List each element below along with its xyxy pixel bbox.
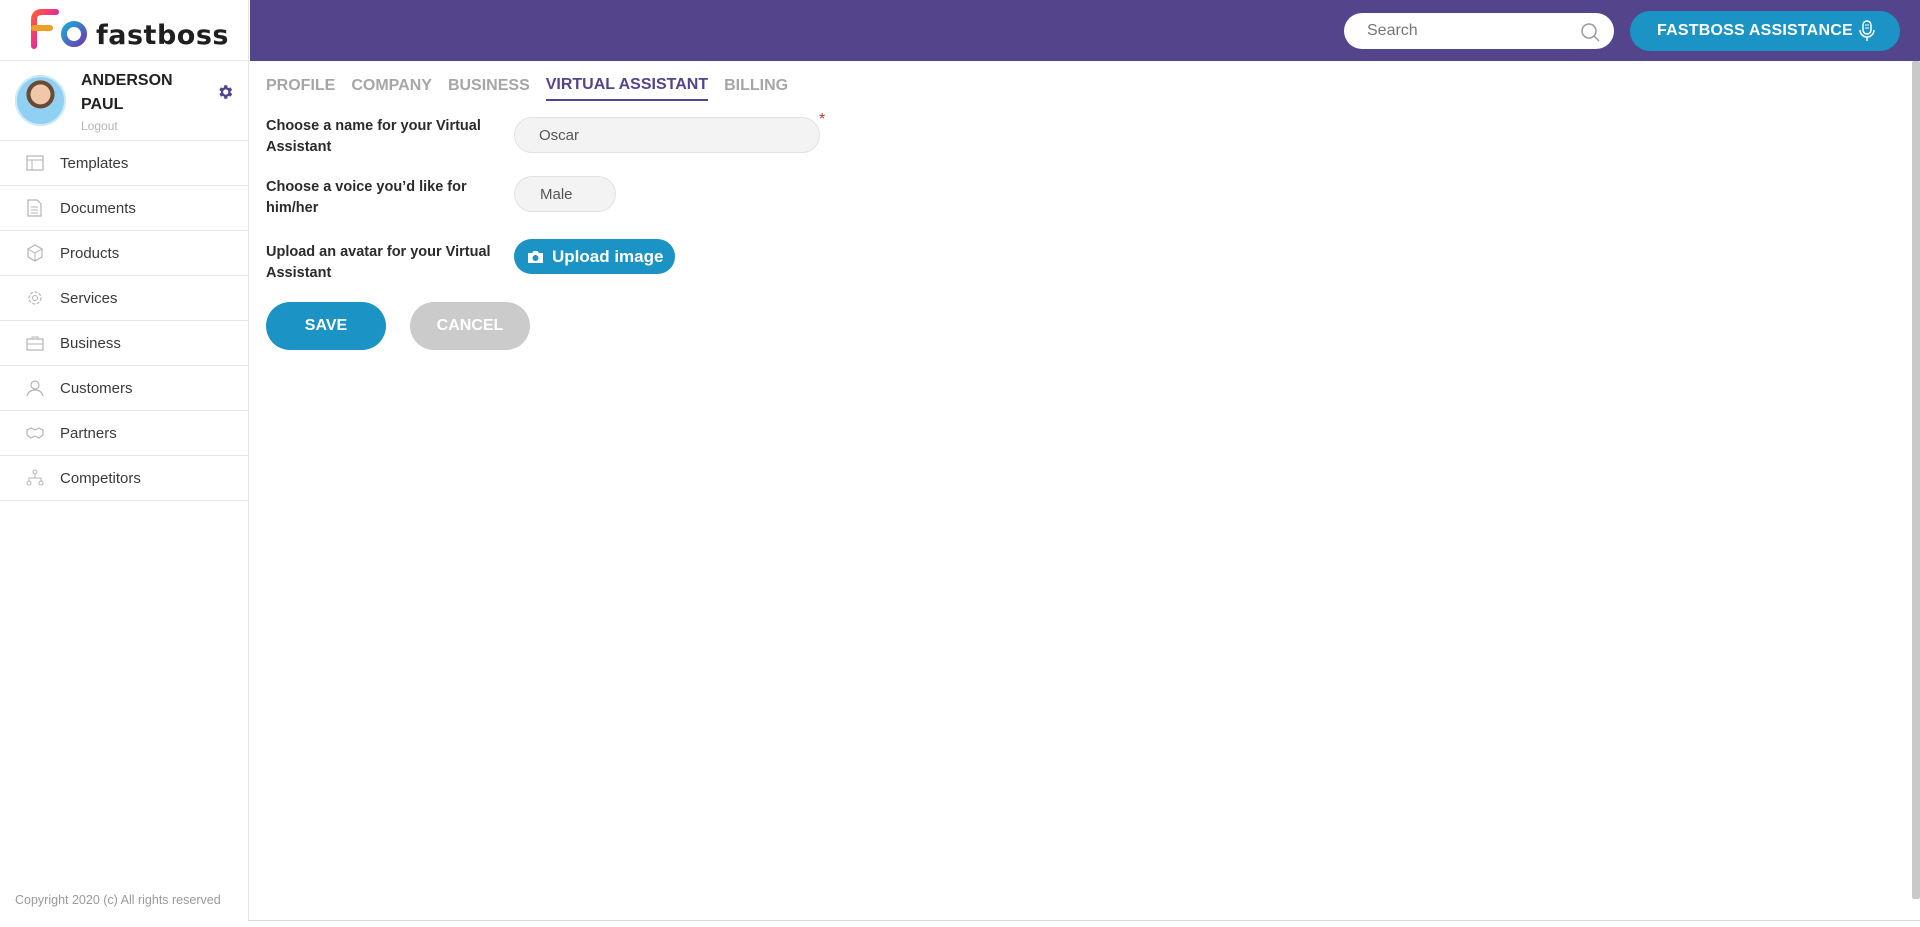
upload-image-button[interactable]: Upload image	[514, 239, 675, 274]
search-box[interactable]	[1344, 13, 1614, 49]
required-marker: *	[819, 111, 826, 128]
assistant-voice-row: Choose a voice you’d like for him/her Ma…	[266, 176, 1906, 219]
document-icon	[25, 199, 44, 218]
voice-select-value: Male	[540, 185, 573, 203]
sidebar: fastboss ANDERSON PAUL Logout Templates	[0, 0, 249, 921]
sidebar-item-business[interactable]: Business	[0, 321, 248, 366]
tab-profile[interactable]: PROFILE	[266, 77, 335, 100]
sidebar-item-label: Customers	[60, 379, 133, 397]
save-button[interactable]: SAVE	[266, 302, 386, 350]
sidebar-item-label: Services	[60, 289, 118, 307]
copyright-text: Copyright 2020 (c) All rights reserved	[15, 893, 221, 907]
user-name-last: PAUL	[81, 95, 124, 113]
voice-select[interactable]: Male	[514, 176, 616, 212]
sidebar-item-products[interactable]: Products	[0, 231, 248, 276]
sidebar-item-services[interactable]: Services	[0, 276, 248, 321]
tab-business[interactable]: BUSINESS	[448, 77, 530, 100]
sidebar-nav: Templates Documents Products Services Bu…	[0, 141, 248, 501]
logout-link[interactable]: Logout	[81, 119, 201, 133]
top-header: FASTBOSS ASSISTANCE	[250, 0, 1920, 61]
search-icon[interactable]	[1580, 22, 1600, 42]
sidebar-item-competitors[interactable]: Competitors	[0, 456, 248, 501]
assistant-name-input[interactable]	[514, 117, 820, 153]
sidebar-item-label: Products	[60, 244, 120, 262]
sidebar-item-label: Templates	[60, 154, 129, 172]
cancel-button[interactable]: CANCEL	[410, 302, 530, 350]
sidebar-item-label: Documents	[60, 199, 136, 217]
fastboss-assistance-button[interactable]: FASTBOSS ASSISTANCE	[1630, 11, 1900, 51]
search-input[interactable]	[1367, 22, 1567, 40]
box-icon	[25, 244, 44, 263]
assistance-button-label: FASTBOSS ASSISTANCE	[1657, 22, 1853, 39]
form-actions: SAVE CANCEL	[266, 302, 1906, 350]
microphone-icon	[1859, 20, 1875, 41]
user-profile: ANDERSON PAUL Logout	[0, 61, 248, 141]
avatar[interactable]	[15, 75, 66, 126]
settings-gear-icon[interactable]	[216, 83, 234, 101]
briefcase-icon	[25, 334, 44, 353]
sidebar-item-partners[interactable]: Partners	[0, 411, 248, 456]
user-info: ANDERSON PAUL Logout	[81, 69, 201, 133]
sidebar-item-label: Competitors	[60, 469, 141, 487]
tab-billing[interactable]: BILLING	[724, 77, 788, 100]
assistant-name-row: Choose a name for your Virtual Assistant…	[266, 111, 1906, 158]
assistant-avatar-row: Upload an avatar for your Virtual Assist…	[266, 239, 1906, 284]
assistant-name-label: Choose a name for your Virtual Assistant	[266, 118, 481, 155]
sidebar-item-label: Business	[60, 334, 121, 352]
handshake-icon	[25, 424, 44, 443]
assistant-avatar-label: Upload an avatar for your Virtual Assist…	[266, 244, 491, 281]
person-icon	[25, 379, 44, 398]
settings-tabs: PROFILE COMPANY BUSINESS VIRTUAL ASSISTA…	[266, 61, 1906, 107]
page-scrollbar[interactable]	[1912, 61, 1920, 899]
sidebar-item-documents[interactable]: Documents	[0, 186, 248, 231]
upload-image-label: Upload image	[552, 246, 664, 266]
org-chart-icon	[25, 469, 44, 488]
user-name-first: ANDERSON	[81, 71, 173, 89]
templates-icon	[25, 154, 44, 173]
sidebar-item-label: Partners	[60, 424, 117, 442]
tab-virtual-assistant[interactable]: VIRTUAL ASSISTANT	[545, 76, 709, 101]
tab-company[interactable]: COMPANY	[351, 77, 432, 100]
camera-icon	[528, 250, 543, 263]
logo[interactable]: fastboss	[0, 0, 248, 61]
logo-text: fastboss	[96, 19, 229, 51]
app-window: fastboss ANDERSON PAUL Logout Templates	[0, 0, 1920, 921]
fastboss-logo-mark-icon	[31, 7, 87, 49]
main-content: PROFILE COMPANY BUSINESS VIRTUAL ASSISTA…	[266, 61, 1906, 350]
sidebar-item-customers[interactable]: Customers	[0, 366, 248, 411]
gear-outline-icon	[25, 289, 44, 308]
assistant-voice-label: Choose a voice you’d like for him/her	[266, 179, 467, 216]
sidebar-item-templates[interactable]: Templates	[0, 141, 248, 186]
